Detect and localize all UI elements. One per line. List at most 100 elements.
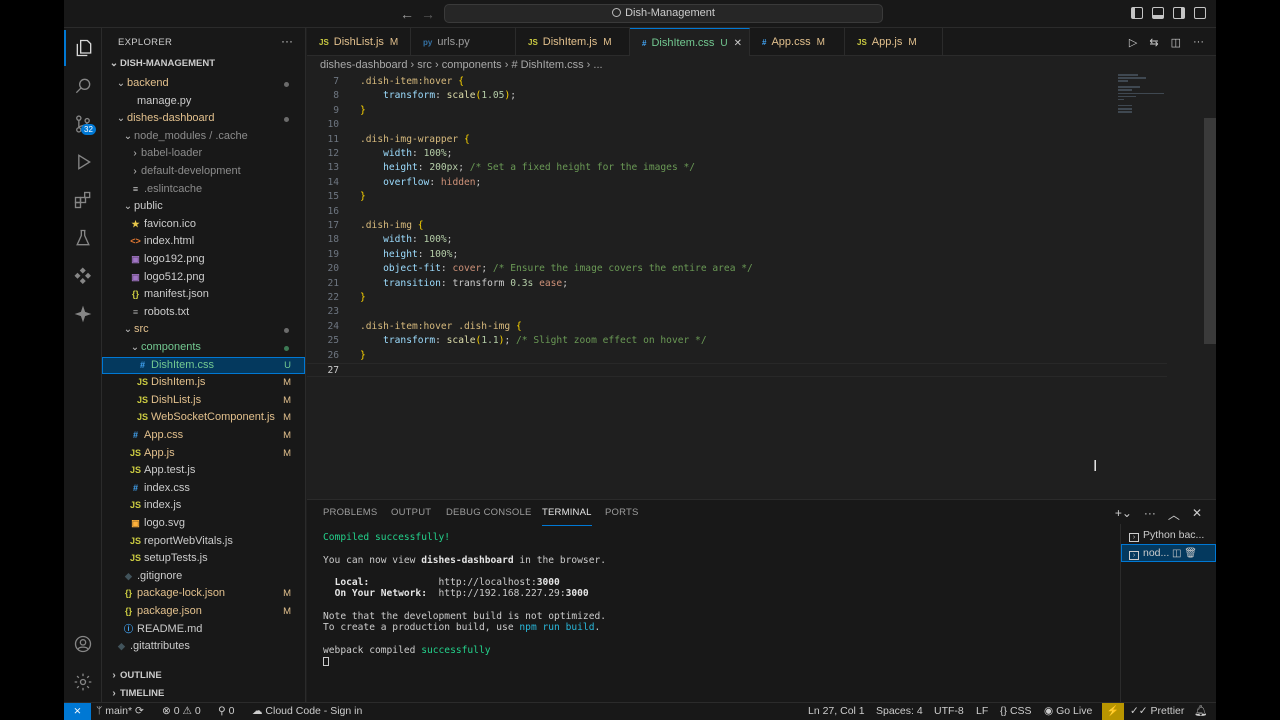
folder-item[interactable]: › default-development [102, 163, 305, 181]
file-item[interactable]: JS DishList.js M [102, 392, 305, 410]
editor-tab[interactable]: py urls.py [411, 28, 516, 56]
run-icon[interactable]: ▷ [1129, 36, 1137, 49]
explorer-icon[interactable] [64, 30, 102, 66]
breadcrumb-item[interactable]: src [417, 59, 432, 71]
copilot-sparkle-icon[interactable] [64, 296, 102, 332]
folder-item[interactable]: ⌄ components [102, 339, 305, 357]
file-item[interactable]: JS setupTests.js [102, 550, 305, 568]
remote-indicator-icon[interactable]: ⨯ [64, 703, 91, 720]
encoding[interactable]: UTF-8 [934, 703, 964, 720]
file-item[interactable]: {} package-lock.json M [102, 585, 305, 603]
forward-arrow-icon[interactable]: → [421, 6, 435, 22]
more-actions-icon[interactable]: ··· [1144, 506, 1156, 523]
file-item[interactable]: {} package.json M [102, 603, 305, 621]
file-item[interactable]: JS App.js M [102, 445, 305, 463]
file-item[interactable]: manage.py [102, 93, 305, 111]
file-item[interactable]: JS App.test.js [102, 462, 305, 480]
file-item[interactable]: JS DishItem.js M [102, 374, 305, 392]
panel-tab[interactable]: TERMINAL [542, 500, 592, 526]
breadcrumb-item[interactable]: components [442, 59, 502, 71]
remote-explorer-icon[interactable] [64, 258, 102, 294]
panel-tab[interactable]: DEBUG CONSOLE [446, 500, 531, 526]
file-item[interactable]: # DishItem.css U [102, 356, 305, 375]
workspace-root[interactable]: ⌄ DISH-MANAGEMENT [108, 58, 215, 69]
file-item[interactable]: # index.css [102, 480, 305, 498]
editor-tab[interactable]: JS App.js M [845, 28, 943, 56]
minimap[interactable] [1118, 74, 1168, 114]
file-item[interactable]: ★ favicon.ico [102, 216, 305, 234]
panel-tab[interactable]: OUTPUT [391, 500, 431, 526]
editor-tab[interactable]: JS DishList.js M [307, 28, 411, 56]
split-kill-terminal-icon[interactable]: ◫ 🗑︎ [1169, 548, 1197, 559]
file-item[interactable]: ≡ robots.txt [102, 304, 305, 322]
file-item[interactable]: ▣ logo512.png [102, 269, 305, 287]
language-mode[interactable]: {} CSS [1000, 703, 1032, 720]
panel-tab[interactable]: PORTS [605, 500, 639, 526]
accounts-icon[interactable] [64, 626, 102, 662]
more-actions-icon[interactable]: ··· [1193, 36, 1204, 49]
breadcrumb-item[interactable]: ... [593, 59, 602, 71]
cloud-code-item[interactable]: ☁ Cloud Code - Sign in [252, 703, 362, 720]
breadcrumb-item[interactable]: # DishItem.css [511, 59, 583, 71]
new-terminal-icon[interactable]: +⌄ [1115, 506, 1132, 523]
search-view-icon[interactable] [64, 68, 102, 104]
folder-item[interactable]: ⌄ backend [102, 75, 305, 93]
file-item[interactable]: ◆ .gitattributes [102, 638, 305, 656]
file-item[interactable]: {} manifest.json [102, 286, 305, 304]
file-item[interactable]: JS index.js [102, 497, 305, 515]
code-editor[interactable]: 7 .dish-item:hover {8 transform: scale(1.… [307, 74, 1216, 499]
terminal-prompt[interactable] [323, 656, 606, 667]
toggle-secondary-sidebar-icon[interactable] [1173, 7, 1185, 19]
file-item[interactable]: # App.css M [102, 427, 305, 445]
folder-item[interactable]: ⌄ src [102, 321, 305, 339]
terminal-output[interactable]: Compiled successfully! You can now view … [323, 532, 606, 668]
terminal-instance[interactable]: › nod... ◫ 🗑︎ [1121, 544, 1216, 562]
manage-gear-icon[interactable] [64, 664, 102, 700]
branch-item[interactable]: ᛘ main* ⟳ [96, 703, 144, 720]
testing-icon[interactable] [64, 220, 102, 256]
folder-item[interactable]: › babel-loader [102, 145, 305, 163]
close-panel-icon[interactable]: ✕ [1192, 506, 1202, 523]
editor-tab[interactable]: JS DishItem.js M [516, 28, 630, 56]
file-item[interactable]: ≡ .eslintcache [102, 181, 305, 199]
extensions-icon[interactable] [64, 182, 102, 218]
folder-item[interactable]: ⌄ node_modules / .cache [102, 128, 305, 146]
more-actions-icon[interactable]: ··· [281, 34, 293, 48]
file-item[interactable]: ◆ .gitignore [102, 568, 305, 586]
folder-item[interactable]: ⌄ dishes-dashboard [102, 110, 305, 128]
outline-section[interactable]: › OUTLINE [108, 670, 161, 681]
command-center-search[interactable]: Dish-Management [444, 4, 883, 23]
prettier-item[interactable]: ✓✓ Prettier [1130, 703, 1184, 720]
indentation[interactable]: Spaces: 4 [876, 703, 923, 720]
editor-tab[interactable]: # App.css M [750, 28, 845, 56]
end-of-line[interactable]: LF [976, 703, 988, 720]
toggle-panel-icon[interactable] [1152, 7, 1164, 19]
editor-scrollbar[interactable] [1204, 118, 1216, 344]
timeline-section[interactable]: › TIMELINE [108, 688, 164, 699]
close-tab-icon[interactable]: ✕ [734, 38, 742, 49]
file-item[interactable]: ▣ logo.svg [102, 515, 305, 533]
maximize-panel-icon[interactable]: ︿ [1168, 506, 1180, 523]
breadcrumb-item[interactable]: dishes-dashboard [320, 59, 407, 71]
ports-item[interactable]: ⚲ 0 [218, 703, 234, 720]
editor-tab[interactable]: # DishItem.css U ✕ [630, 28, 750, 56]
file-item[interactable]: JS reportWebVitals.js [102, 533, 305, 551]
file-item[interactable]: <> index.html [102, 233, 305, 251]
cursor-position[interactable]: Ln 27, Col 1 [808, 703, 865, 720]
source-control-icon[interactable]: 32 [64, 106, 102, 142]
go-live-button[interactable]: ◉ Go Live [1044, 703, 1092, 720]
compare-changes-icon[interactable]: ⇆ [1149, 36, 1158, 49]
customize-layout-icon[interactable] [1194, 7, 1206, 19]
problems-item[interactable]: ⊗ 0 ⚠ 0 [162, 703, 201, 720]
toggle-primary-sidebar-icon[interactable] [1131, 7, 1143, 19]
back-arrow-icon[interactable]: ← [400, 6, 414, 22]
file-item[interactable]: ▣ logo192.png [102, 251, 305, 269]
split-editor-icon[interactable]: ◫ [1171, 36, 1181, 49]
file-item[interactable]: ⓘ README.md [102, 621, 305, 639]
run-debug-icon[interactable] [64, 144, 102, 180]
file-item[interactable]: JS WebSocketComponent.js M [102, 409, 305, 427]
copilot-disabled-icon[interactable]: ⚡ [1102, 703, 1124, 720]
panel-tab[interactable]: PROBLEMS [323, 500, 377, 526]
notifications-bell-icon[interactable]: 🔔︎ [1194, 703, 1207, 720]
terminal-instance[interactable]: › Python bac... [1121, 526, 1216, 544]
